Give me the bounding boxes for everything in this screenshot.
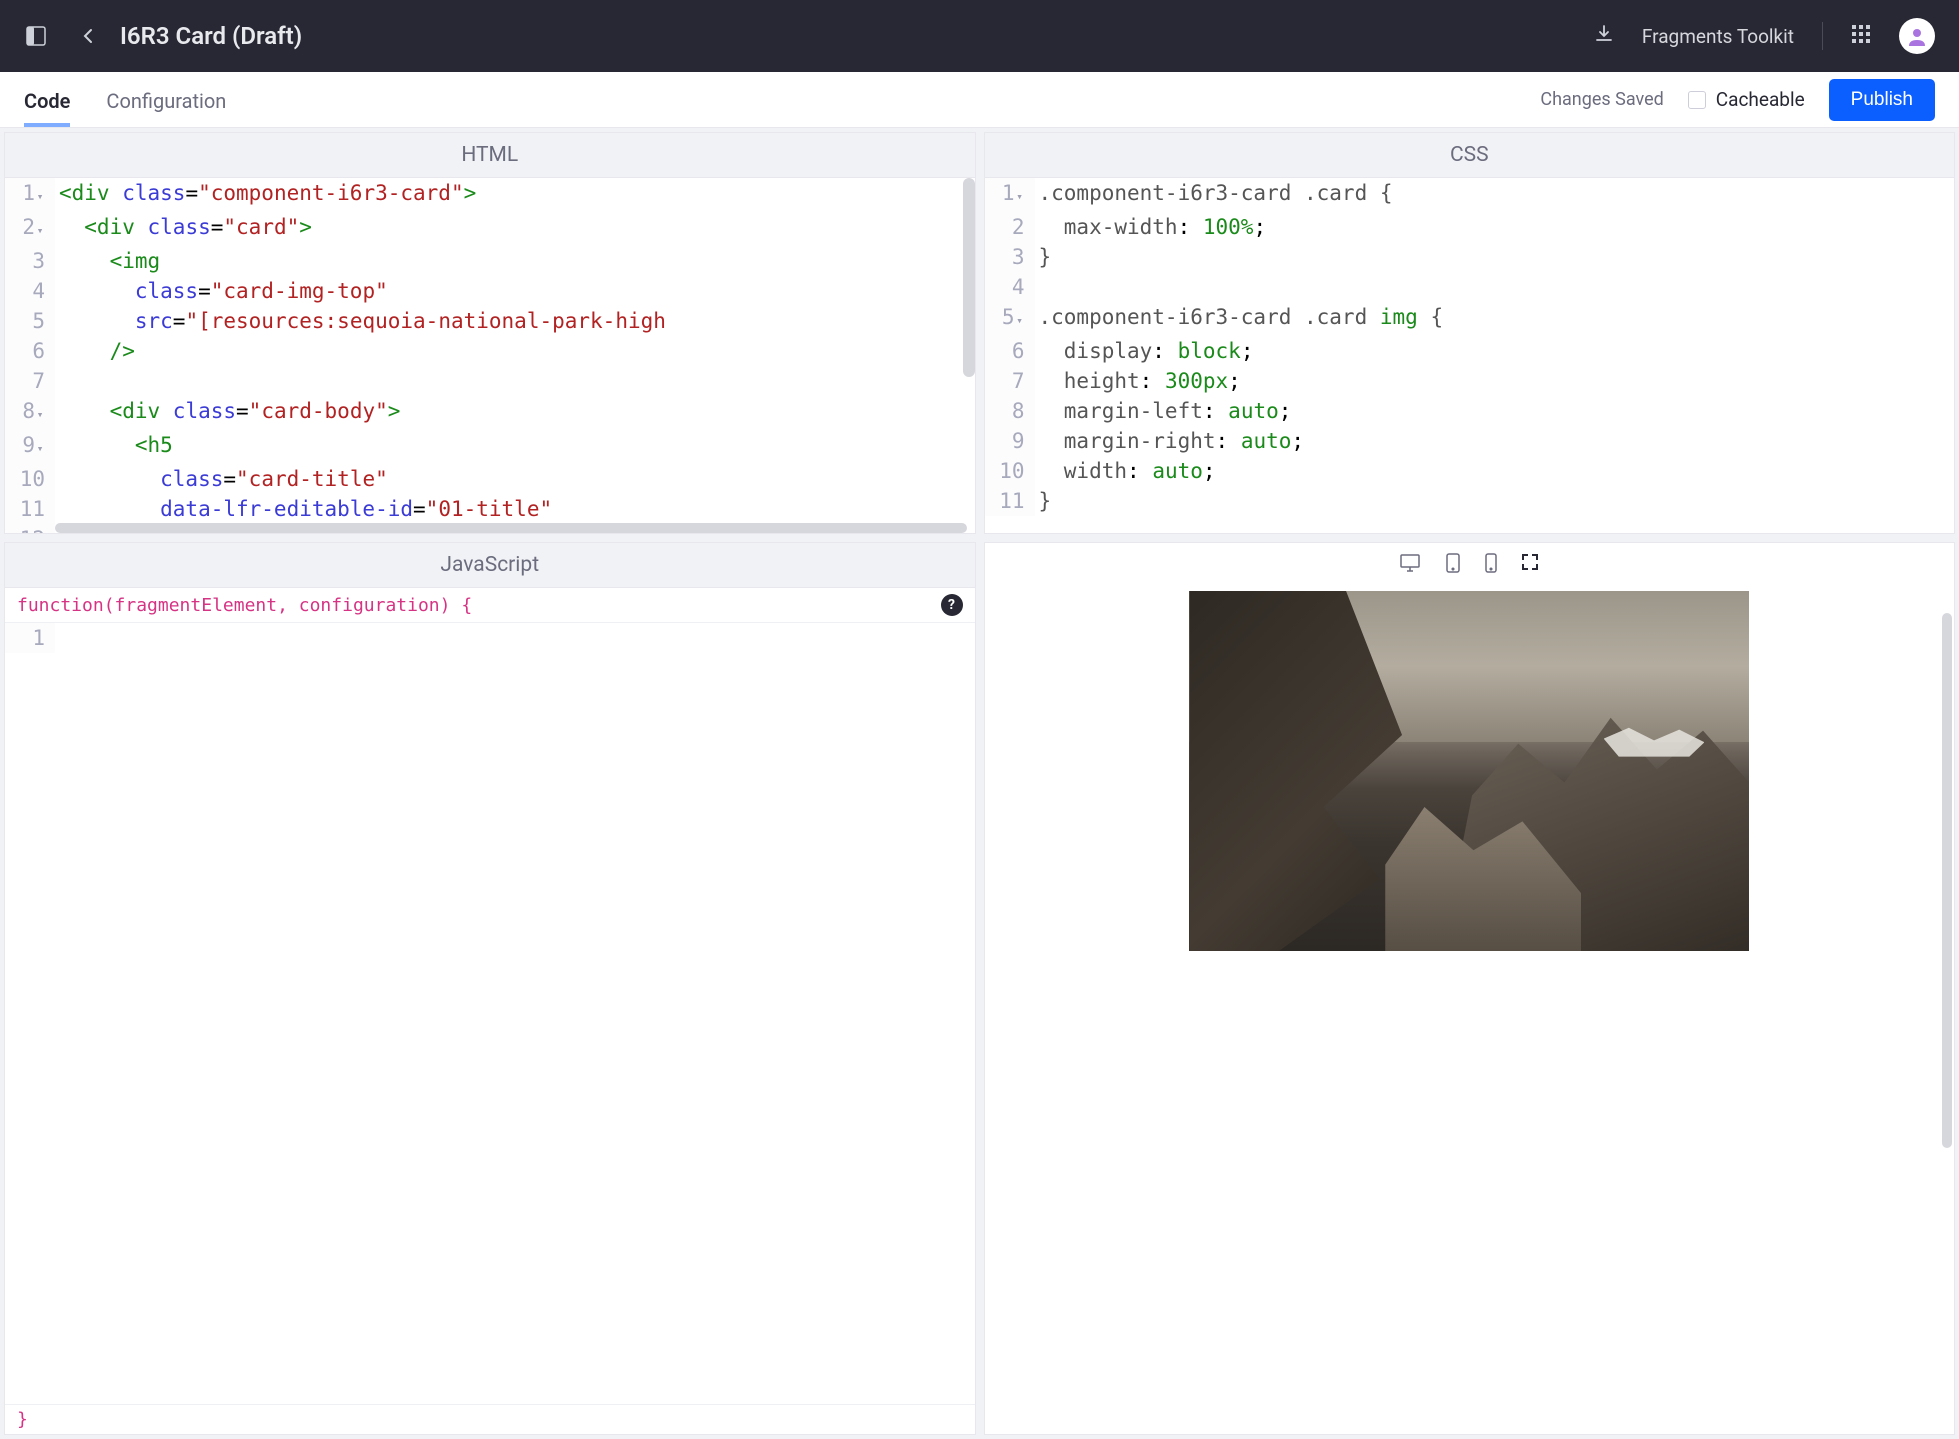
- scrollbar-thumb[interactable]: [963, 178, 975, 377]
- js-function-signature: function(fragmentElement, configuration)…: [17, 595, 472, 616]
- toolkit-label[interactable]: Fragments Toolkit: [1642, 25, 1794, 48]
- preview-viewport[interactable]: [985, 591, 1955, 1434]
- tablet-preview-icon[interactable]: [1445, 553, 1461, 577]
- tab-configuration[interactable]: Configuration: [106, 89, 226, 127]
- html-pane-header: HTML: [5, 133, 975, 178]
- js-editor[interactable]: 1: [5, 623, 975, 1404]
- header-divider: [1822, 22, 1823, 50]
- css-pane-header: CSS: [985, 133, 1955, 178]
- preview-scrollbar-thumb[interactable]: [1942, 613, 1952, 1148]
- mobile-preview-icon[interactable]: [1485, 553, 1497, 577]
- preview-pane: [984, 542, 1956, 1435]
- desktop-preview-icon[interactable]: [1399, 553, 1421, 577]
- cacheable-label: Cacheable: [1716, 88, 1805, 111]
- tabs: Code Configuration: [24, 81, 1540, 119]
- publish-button[interactable]: Publish: [1829, 79, 1935, 121]
- js-function-close: }: [5, 1404, 975, 1434]
- css-pane: CSS 1▾.component-i6r3-card .card { 2 max…: [984, 132, 1956, 534]
- header-right: Fragments Toolkit: [1594, 18, 1935, 54]
- html-editor[interactable]: 1▾<div class="component-i6r3-card"> 2▾ <…: [5, 178, 975, 533]
- download-icon[interactable]: [1594, 24, 1614, 48]
- app-header: I6R3 Card (Draft) Fragments Toolkit: [0, 0, 1959, 72]
- sidebar-toggle-icon[interactable]: [24, 24, 48, 48]
- changes-saved-label: Changes Saved: [1540, 89, 1663, 110]
- html-pane: HTML 1▾<div class="component-i6r3-card">…: [4, 132, 976, 534]
- back-icon[interactable]: [76, 24, 100, 48]
- apps-grid-icon[interactable]: [1851, 24, 1871, 48]
- preview-card-image: [1189, 591, 1749, 951]
- tab-bar-right: Changes Saved Cacheable Publish: [1540, 79, 1935, 121]
- page-title: I6R3 Card (Draft): [120, 22, 1594, 50]
- expand-preview-icon[interactable]: [1521, 553, 1539, 577]
- js-pane-header: JavaScript: [5, 543, 975, 587]
- preview-toolbar: [985, 543, 1955, 591]
- cacheable-toggle[interactable]: Cacheable: [1688, 88, 1805, 111]
- js-signature-bar: function(fragmentElement, configuration)…: [5, 587, 975, 623]
- css-editor[interactable]: 1▾.component-i6r3-card .card { 2 max-wid…: [985, 178, 1955, 533]
- cacheable-checkbox[interactable]: [1688, 91, 1706, 109]
- js-pane: JavaScript function(fragmentElement, con…: [4, 542, 976, 1435]
- tab-code[interactable]: Code: [24, 89, 70, 127]
- help-icon[interactable]: ?: [941, 594, 963, 616]
- editor-grid: HTML 1▾<div class="component-i6r3-card">…: [0, 128, 1959, 1439]
- tab-bar: Code Configuration Changes Saved Cacheab…: [0, 72, 1959, 128]
- user-avatar[interactable]: [1899, 18, 1935, 54]
